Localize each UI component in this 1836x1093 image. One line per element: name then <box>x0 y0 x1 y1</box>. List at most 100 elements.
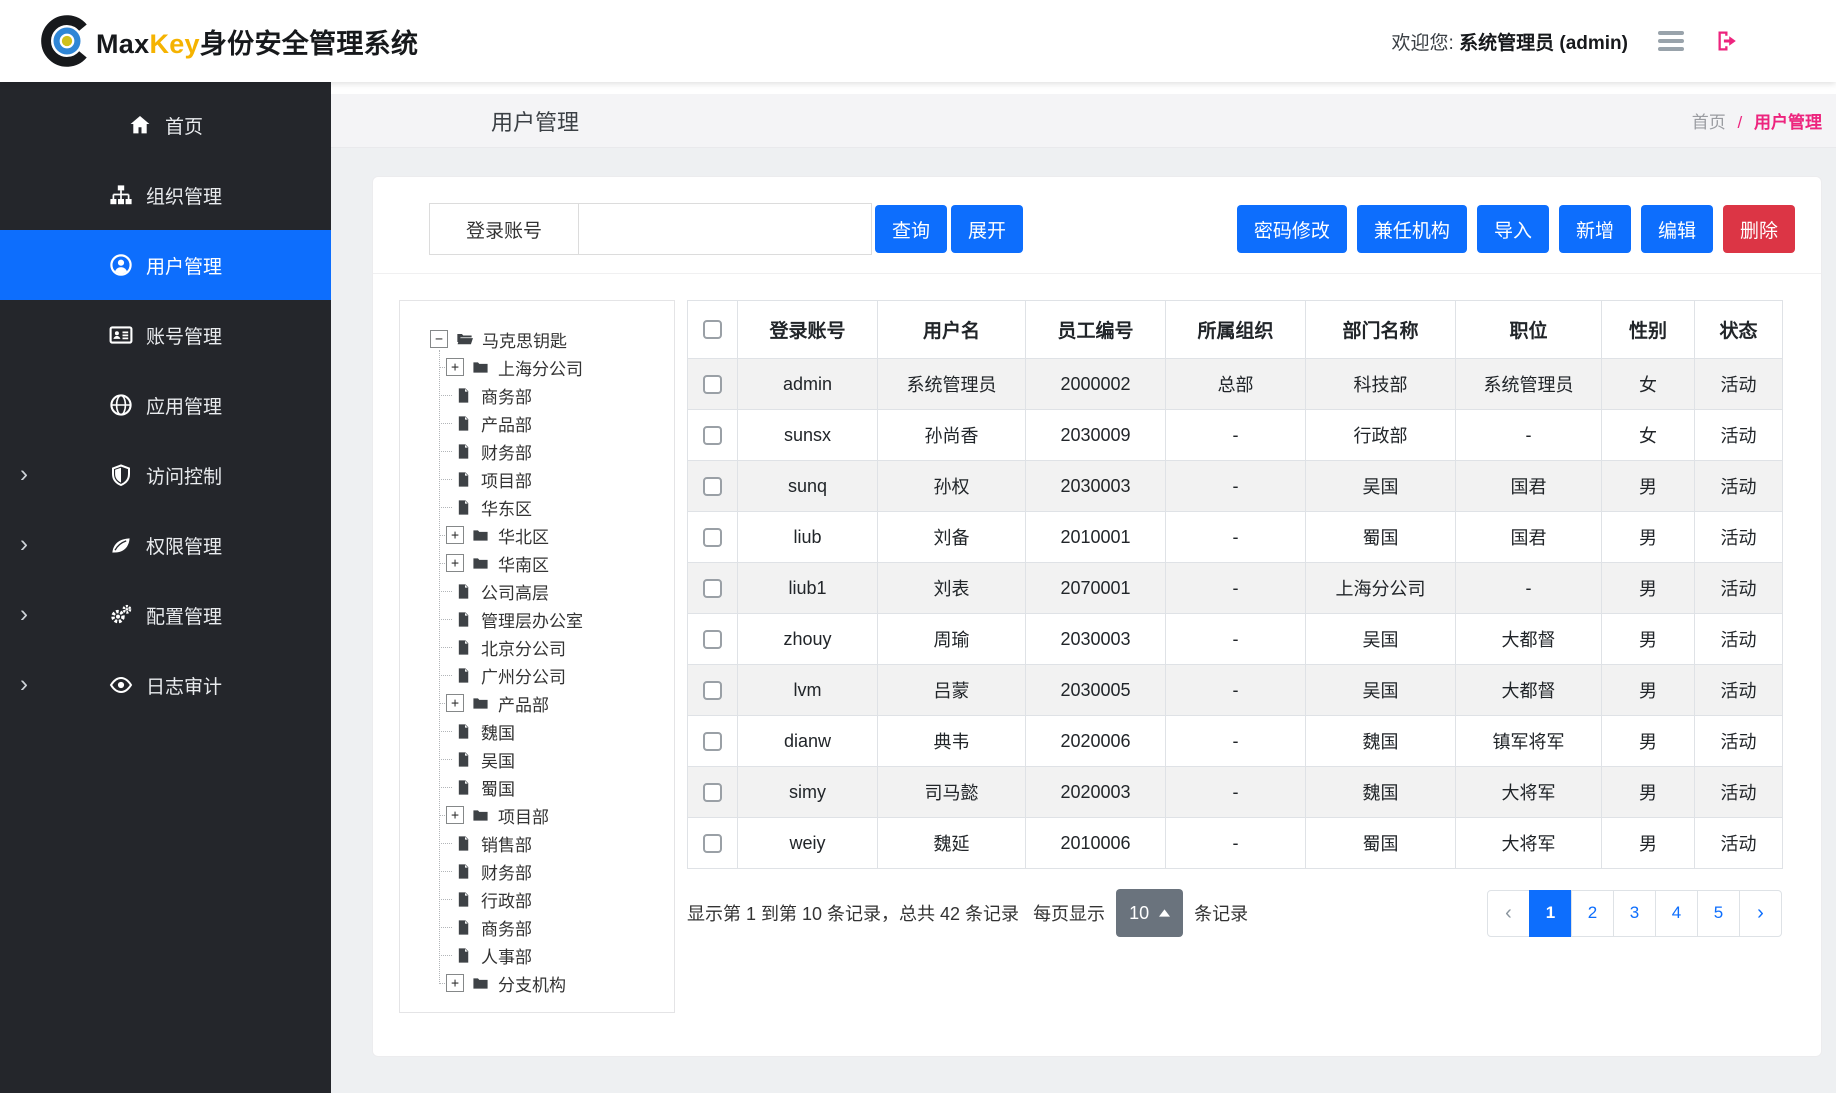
table-row[interactable]: weiy 魏延 2010006 - 蜀国 大将军 男 活动 <box>688 818 1783 869</box>
page-size-value: 10 <box>1129 903 1149 924</box>
tree-root-node[interactable]: − 马克思钥匙 <box>430 325 668 353</box>
tree-node[interactable]: 北京分公司 <box>439 633 668 661</box>
row-checkbox[interactable] <box>703 375 722 394</box>
expand-toggle[interactable]: + <box>446 974 464 992</box>
toolbar-button[interactable]: 删除 <box>1723 205 1795 253</box>
page-number-button[interactable]: 4 <box>1655 890 1698 937</box>
expand-toggle[interactable]: + <box>446 694 464 712</box>
breadcrumb-home-link[interactable]: 首页 <box>1692 113 1726 132</box>
row-checkbox[interactable] <box>703 834 722 853</box>
row-checkbox[interactable] <box>703 579 722 598</box>
toolbar-button[interactable]: 导入 <box>1477 205 1549 253</box>
tree-node[interactable]: 管理层办公室 <box>439 605 668 633</box>
page-number-button[interactable]: 2 <box>1571 890 1614 937</box>
tree-node[interactable]: 公司高层 <box>439 577 668 605</box>
sidebar-item-4[interactable]: › 账号管理 <box>0 300 331 370</box>
toolbar-button[interactable]: 兼任机构 <box>1357 205 1467 253</box>
tree-node[interactable]: 产品部 <box>439 409 668 437</box>
tree-node[interactable]: 财务部 <box>439 857 668 885</box>
sidebar-item-6[interactable]: › 访问控制 <box>0 440 331 510</box>
sidebar-item-8[interactable]: › 配置管理 <box>0 580 331 650</box>
tree-node[interactable]: 人事部 <box>439 941 668 969</box>
table-header-row: 登录账号用户名员工编号所属组织部门名称职位性别状态 <box>688 301 1783 359</box>
row-select-cell <box>688 359 738 410</box>
table-row[interactable]: sunsx 孙尚香 2030009 - 行政部 - 女 活动 <box>688 410 1783 461</box>
header-actions: 欢迎您: 系统管理员 (admin) <box>1392 28 1740 55</box>
tree-node[interactable]: 吴国 <box>439 745 668 773</box>
table-row[interactable]: zhouy 周瑜 2030003 - 吴国 大都督 男 活动 <box>688 614 1783 665</box>
select-all-checkbox[interactable] <box>703 320 722 339</box>
cell-login-account: liub <box>738 512 878 563</box>
tree-node[interactable]: + 产品部 <box>439 689 668 717</box>
expand-toggle[interactable]: + <box>446 358 464 376</box>
cell-login-account: sunsx <box>738 410 878 461</box>
column-header: 所属组织 <box>1166 301 1306 359</box>
expand-toggle[interactable]: + <box>446 526 464 544</box>
page-number-button[interactable]: 5 <box>1697 890 1740 937</box>
row-checkbox[interactable] <box>703 681 722 700</box>
table-row[interactable]: liub1 刘表 2070001 - 上海分公司 - 男 活动 <box>688 563 1783 614</box>
shield-icon <box>109 463 133 487</box>
row-checkbox[interactable] <box>703 528 722 547</box>
file-icon <box>455 638 473 656</box>
tree-node[interactable]: 项目部 <box>439 465 668 493</box>
cell-department: 行政部 <box>1306 410 1456 461</box>
table-row[interactable]: liub 刘备 2010001 - 蜀国 国君 男 活动 <box>688 512 1783 563</box>
tree-node[interactable]: 蜀国 <box>439 773 668 801</box>
prev-page-button[interactable]: ‹ <box>1487 890 1530 937</box>
tree-node[interactable]: 行政部 <box>439 885 668 913</box>
toolbar-button[interactable]: 编辑 <box>1641 205 1713 253</box>
tree-node[interactable]: + 上海分公司 <box>439 353 668 381</box>
next-page-button[interactable]: › <box>1739 890 1782 937</box>
sign-out-icon[interactable] <box>1714 29 1740 53</box>
tree-node[interactable]: 魏国 <box>439 717 668 745</box>
tree-node[interactable]: + 项目部 <box>439 801 668 829</box>
sidebar-item-2[interactable]: › 组织管理 <box>0 160 331 230</box>
row-checkbox[interactable] <box>703 477 722 496</box>
row-checkbox[interactable] <box>703 426 722 445</box>
cell-gender: 男 <box>1602 818 1695 869</box>
table-row[interactable]: sunq 孙权 2030003 - 吴国 国君 男 活动 <box>688 461 1783 512</box>
sidebar-item-9[interactable]: › 日志审计 <box>0 650 331 720</box>
app-header: MaxKey身份安全管理系统 欢迎您: 系统管理员 (admin) <box>0 0 1836 82</box>
page-number-button[interactable]: 1 <box>1529 890 1572 937</box>
login-account-input[interactable] <box>579 204 871 254</box>
tree-node[interactable]: 销售部 <box>439 829 668 857</box>
cell-status: 活动 <box>1695 716 1783 767</box>
sidebar-item-3[interactable]: › 用户管理 <box>0 230 331 300</box>
table-row[interactable]: admin 系统管理员 2000002 总部 科技部 系统管理员 女 活动 <box>688 359 1783 410</box>
page-size-dropdown[interactable]: 10 <box>1116 889 1183 937</box>
row-checkbox[interactable] <box>703 630 722 649</box>
sidebar-item-7[interactable]: › 权限管理 <box>0 510 331 580</box>
tree-node[interactable]: + 华南区 <box>439 549 668 577</box>
tree-node[interactable]: + 分支机构 <box>439 969 668 997</box>
table-row[interactable]: dianw 典韦 2020006 - 魏国 镇军将军 男 活动 <box>688 716 1783 767</box>
tree-node[interactable]: 广州分公司 <box>439 661 668 689</box>
tree-node[interactable]: 商务部 <box>439 381 668 409</box>
page-title: 用户管理 <box>491 105 579 137</box>
row-checkbox[interactable] <box>703 783 722 802</box>
toolbar-button[interactable]: 密码修改 <box>1237 205 1347 253</box>
tree-node[interactable]: + 华北区 <box>439 521 668 549</box>
menu-icon[interactable] <box>1658 30 1684 52</box>
row-checkbox[interactable] <box>703 732 722 751</box>
tree-node[interactable]: 华东区 <box>439 493 668 521</box>
table-row[interactable]: simy 司马懿 2020003 - 魏国 大将军 男 活动 <box>688 767 1783 818</box>
cell-organization: - <box>1166 563 1306 614</box>
toolbar-button[interactable]: 新增 <box>1559 205 1631 253</box>
query-button[interactable]: 查询 <box>875 205 947 253</box>
expand-toggle[interactable]: + <box>446 554 464 572</box>
table-row[interactable]: lvm 吕蒙 2030005 - 吴国 大都督 男 活动 <box>688 665 1783 716</box>
brand-logo[interactable]: MaxKey身份安全管理系统 <box>40 14 418 68</box>
tree-node[interactable]: 财务部 <box>439 437 668 465</box>
collapse-toggle[interactable]: − <box>430 330 448 348</box>
page-header: 用户管理 首页 / 用户管理 <box>331 94 1836 148</box>
page-number-button[interactable]: 3 <box>1613 890 1656 937</box>
expand-button[interactable]: 展开 <box>951 205 1023 253</box>
tree-node[interactable]: 商务部 <box>439 913 668 941</box>
sidebar-item-5[interactable]: › 应用管理 <box>0 370 331 440</box>
row-select-cell <box>688 512 738 563</box>
cell-department: 蜀国 <box>1306 512 1456 563</box>
expand-toggle[interactable]: + <box>446 806 464 824</box>
sidebar-item-1[interactable]: › 首页 <box>0 90 331 160</box>
